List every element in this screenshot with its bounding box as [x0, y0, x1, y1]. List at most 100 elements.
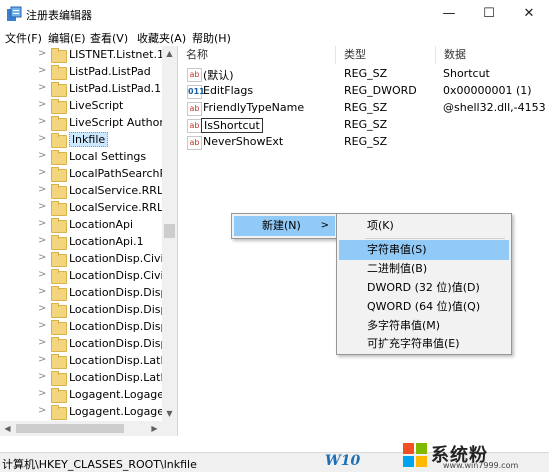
tree-item[interactable]: > Logagent.Logagent: [34, 387, 177, 404]
submenu-item[interactable]: 二进制值(B): [339, 259, 509, 279]
value-type: REG_SZ: [344, 101, 388, 114]
menu-favorites[interactable]: 收藏夹(A): [137, 30, 186, 46]
expand-arrow-icon[interactable]: >: [38, 116, 46, 127]
folder-icon: [51, 320, 67, 335]
expand-arrow-icon[interactable]: >: [38, 252, 46, 263]
tree-item[interactable]: > LiveScript Author: [34, 115, 177, 132]
string-value-icon: ab: [187, 68, 202, 82]
submenu-item[interactable]: 项(K): [339, 216, 509, 236]
regedit-app-icon: [7, 6, 22, 21]
submenu-item[interactable]: 多字符串值(M): [339, 316, 509, 336]
expand-arrow-icon[interactable]: >: [38, 371, 46, 382]
submenu-item-label: 二进制值(B): [367, 262, 428, 275]
scroll-up-icon[interactable]: ▲: [162, 46, 177, 61]
expand-arrow-icon[interactable]: >: [38, 405, 46, 416]
folder-icon: [51, 371, 67, 386]
tree-item[interactable]: > LocationDisp.DispCi: [34, 302, 177, 319]
menu-file[interactable]: 文件(F): [5, 30, 42, 46]
string-value-icon: ab: [187, 119, 202, 133]
tree-item[interactable]: > ListPad.ListPad.1: [34, 81, 177, 98]
tree-item[interactable]: > LocationDisp.DispCi: [34, 285, 177, 302]
column-header-type[interactable]: 类型: [336, 46, 436, 64]
expand-arrow-icon[interactable]: >: [38, 99, 46, 110]
expand-arrow-icon[interactable]: >: [38, 65, 46, 76]
expand-arrow-icon[interactable]: >: [38, 167, 46, 178]
expand-arrow-icon[interactable]: >: [38, 235, 46, 246]
expand-arrow-icon[interactable]: >: [38, 303, 46, 314]
expand-arrow-icon[interactable]: >: [38, 48, 46, 59]
tree-item[interactable]: > LocationDisp.LatLor: [34, 370, 177, 387]
expand-arrow-icon[interactable]: >: [38, 354, 46, 365]
column-header-data[interactable]: 数据: [436, 46, 549, 64]
value-type: REG_DWORD: [344, 84, 417, 97]
menu-view[interactable]: 查看(V): [90, 30, 128, 46]
folder-icon: [51, 405, 67, 420]
value-row[interactable]: 011 EditFlags REG_DWORD 0x00000001 (1): [178, 83, 549, 100]
tree-item-label: Logagent.Logagent: [69, 388, 176, 401]
expand-arrow-icon[interactable]: >: [38, 337, 46, 348]
registry-tree-pane[interactable]: > LISTNET.Listnet.16 > ListPad.ListPad > List…: [0, 46, 178, 436]
tree-item[interactable]: > Local Settings: [34, 149, 177, 166]
tree-item[interactable]: > LocationDisp.CivicAc: [34, 251, 177, 268]
scroll-left-icon[interactable]: ◀: [0, 421, 15, 436]
expand-arrow-icon[interactable]: >: [38, 286, 46, 297]
tree-item[interactable]: > lnkfile: [34, 132, 177, 149]
submenu-item-label: 项(K): [367, 219, 394, 232]
value-row[interactable]: ab NeverShowExt REG_SZ: [178, 134, 549, 151]
menu-edit[interactable]: 编辑(E): [48, 30, 86, 46]
menu-help[interactable]: 帮助(H): [192, 30, 231, 46]
expand-arrow-icon[interactable]: >: [38, 218, 46, 229]
expand-arrow-icon[interactable]: >: [38, 388, 46, 399]
title-bar: 注册表编辑器 — ☐ ✕: [0, 0, 549, 28]
tree-item[interactable]: > LocationDisp.DispLa: [34, 319, 177, 336]
scroll-down-icon[interactable]: ▼: [162, 406, 177, 421]
expand-arrow-icon[interactable]: >: [38, 201, 46, 212]
scroll-thumb[interactable]: [164, 224, 175, 238]
submenu-item[interactable]: DWORD (32 位)值(D): [339, 278, 509, 298]
tree-item[interactable]: > LiveScript: [34, 98, 177, 115]
submenu-item[interactable]: QWORD (64 位)值(Q): [339, 297, 509, 317]
folder-icon: [51, 388, 67, 403]
expand-arrow-icon[interactable]: >: [38, 184, 46, 195]
column-header-name[interactable]: 名称: [178, 46, 336, 64]
expand-arrow-icon[interactable]: >: [38, 133, 46, 144]
expand-arrow-icon[interactable]: >: [38, 150, 46, 161]
tree-item[interactable]: > LISTNET.Listnet.16: [34, 47, 177, 64]
tree-item-label: LocationApi.1: [69, 235, 144, 248]
tree-item[interactable]: > LocalService.RRLoca: [34, 183, 177, 200]
watermark: W10 系统粉 www.win7999.com: [325, 439, 541, 470]
scroll-right-icon[interactable]: ▶: [147, 421, 162, 436]
tree-item[interactable]: > LocationApi.1: [34, 234, 177, 251]
tree-horizontal-scrollbar[interactable]: ◀ ▶: [0, 421, 162, 436]
folder-icon: [51, 218, 67, 233]
expand-arrow-icon[interactable]: >: [38, 82, 46, 93]
scroll-thumb-horizontal[interactable]: [16, 424, 124, 433]
submenu-item[interactable]: 可扩充字符串值(E): [339, 334, 509, 354]
folder-icon: [51, 167, 67, 182]
tree-item[interactable]: > Logagent.Logagent: [34, 404, 177, 421]
tree-item[interactable]: > LocationDisp.DispLa: [34, 336, 177, 353]
maximize-button[interactable]: ☐: [469, 0, 509, 28]
tree-item[interactable]: > LocalPathSearchPro: [34, 166, 177, 183]
rename-input[interactable]: IsShortcut: [201, 118, 263, 133]
folder-icon: [51, 65, 67, 80]
minimize-button[interactable]: —: [429, 0, 469, 28]
value-row[interactable]: ab IsShortcut REG_SZ: [178, 117, 549, 134]
folder-icon: [51, 150, 67, 165]
status-path: 计算机\HKEY_CLASSES_ROOT\lnkfile: [2, 458, 197, 471]
tree-item[interactable]: > LocationDisp.CivicAc: [34, 268, 177, 285]
expand-arrow-icon[interactable]: >: [38, 269, 46, 280]
submenu-item[interactable]: 字符串值(S): [339, 240, 509, 260]
context-menu-new[interactable]: 新建(N) >: [234, 216, 335, 236]
value-row[interactable]: ab FriendlyTypeName REG_SZ @shell32.dll,-41…: [178, 100, 549, 117]
tree-item[interactable]: > LocationApi: [34, 217, 177, 234]
tree-item[interactable]: > LocalService.RRLoca: [34, 200, 177, 217]
string-value-icon: ab: [187, 102, 202, 116]
close-button[interactable]: ✕: [509, 0, 549, 28]
tree-item[interactable]: > LocationDisp.LatLor: [34, 353, 177, 370]
value-row[interactable]: ab (默认) REG_SZ Shortcut: [178, 66, 549, 83]
tree-item[interactable]: > ListPad.ListPad: [34, 64, 177, 81]
value-data: Shortcut: [443, 67, 490, 80]
tree-vertical-scrollbar[interactable]: ▲ ▼: [162, 46, 177, 436]
expand-arrow-icon[interactable]: >: [38, 320, 46, 331]
